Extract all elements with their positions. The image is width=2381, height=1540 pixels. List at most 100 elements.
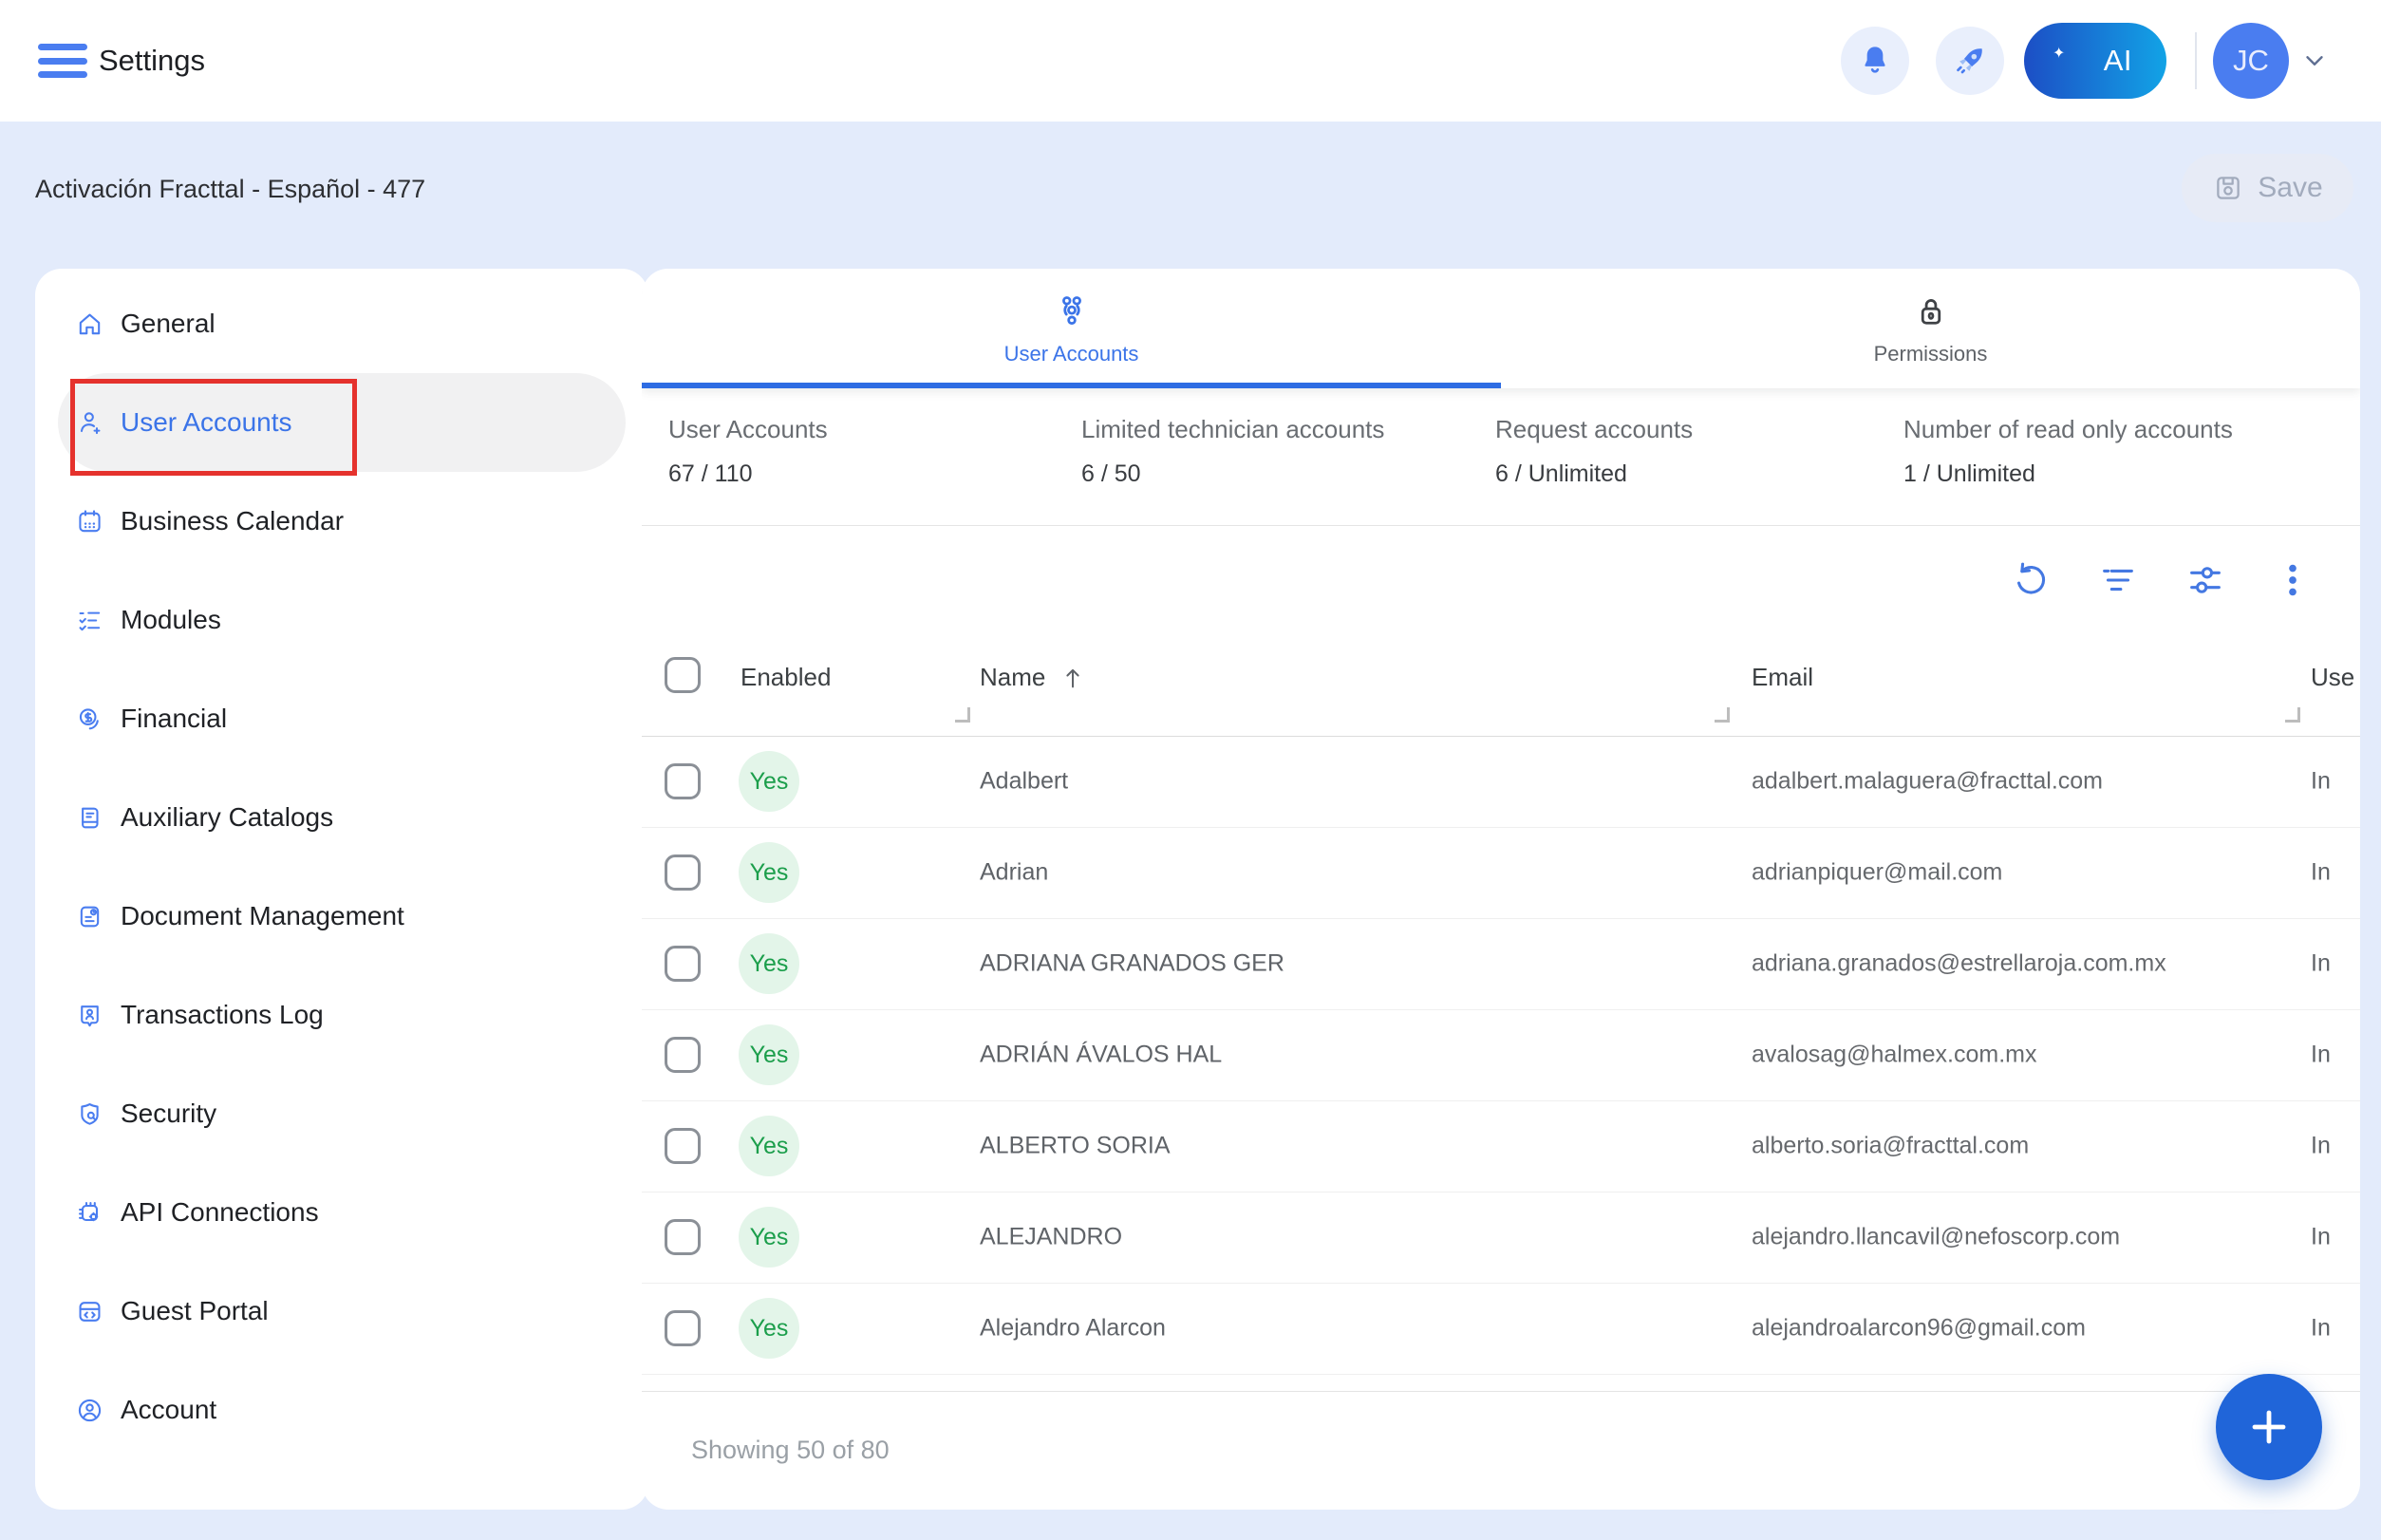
row-checkbox[interactable] [665,1128,701,1164]
save-icon [2212,172,2244,204]
column-header-enabled[interactable]: Enabled [741,663,831,692]
refresh-icon [2009,558,2053,602]
column-resize-handle[interactable] [1715,707,1730,723]
stat-value: 1 / Unlimited [1903,460,2233,488]
status-badge: Yes [739,1024,799,1085]
tab-permissions[interactable]: Permissions [1501,269,2360,388]
account-stats: User Accounts 67 / 110 Limited technicia… [642,388,2360,526]
stat-value: 6 / 50 [1081,460,1384,488]
select-all-checkbox[interactable] [665,657,701,693]
more-vertical-icon [2271,558,2315,602]
table-row[interactable]: Yes ADRIANA GRANADOS GER adriana.granado… [642,918,2360,1010]
status-badge: Yes [739,842,799,903]
table-row[interactable]: Yes ALEJANDRO alejandro.llancavil@nefosc… [642,1192,2360,1284]
row-checkbox[interactable] [665,855,701,891]
sidebar-item-label: Document Management [121,901,404,931]
table-footer: Showing 50 of 80 [642,1391,2360,1510]
cell-name: ADRIANA GRANADOS GER [980,950,1284,978]
sidebar-item-label: Transactions Log [121,1000,324,1030]
column-header-use[interactable]: Use [2311,663,2354,692]
cell-name: ADRIÁN ÁVALOS HAL [980,1042,1222,1069]
stat-value: 67 / 110 [668,460,828,488]
cell-email: adalbert.malaguera@fracttal.com [1752,768,2103,796]
dollar-coin-icon [75,704,104,734]
sidebar-item-guest-portal[interactable]: Guest Portal [58,1262,626,1361]
column-settings-button[interactable] [2184,558,2227,602]
sidebar-item-label: Financial [121,704,227,734]
sidebar-item-label: Guest Portal [121,1296,269,1326]
cell-name: Adrian [980,859,1048,887]
notifications-button[interactable] [1841,27,1909,95]
hamburger-menu-icon[interactable] [38,44,87,78]
sidebar-item-security[interactable]: Security [58,1064,626,1163]
save-button[interactable]: Save [2182,154,2353,222]
chevron-down-icon[interactable] [2297,44,2332,78]
sidebar-item-business-calendar[interactable]: Business Calendar [58,472,626,571]
user-avatar[interactable]: JC [2213,23,2289,99]
sidebar-item-auxiliary-catalogs[interactable]: Auxiliary Catalogs [58,768,626,867]
chip-gear-icon [75,1198,104,1228]
row-checkbox[interactable] [665,763,701,799]
partial-table-row [642,1374,2360,1392]
status-badge: Yes [739,933,799,994]
row-checkbox[interactable] [665,946,701,982]
add-user-fab[interactable] [2216,1374,2322,1480]
cell-email: alberto.soria@fracttal.com [1752,1133,2029,1160]
sidebar-item-account[interactable]: Account [58,1361,626,1459]
filter-button[interactable] [2096,558,2140,602]
column-resize-handle[interactable] [2285,707,2300,723]
tab-label: Permissions [1874,342,1988,366]
user-add-icon [75,408,104,438]
tab-bar: User Accounts Permissions [642,269,2360,388]
users-group-icon [1052,291,1092,331]
table-row[interactable]: Yes Alejandro Alarcon alejandroalarcon96… [642,1283,2360,1375]
filter-icon [2096,558,2140,602]
row-checkbox[interactable] [665,1219,701,1255]
sidebar-item-financial[interactable]: Financial [58,669,626,768]
column-header-name[interactable]: Name [980,663,1087,692]
home-icon [75,310,104,339]
cell-email: alejandroalarcon96@gmail.com [1752,1315,2086,1343]
table-header: Enabled Name Email Use [642,634,2360,737]
top-bar: Settings ✦ AI JC [0,0,2381,122]
sidebar-item-modules[interactable]: Modules [58,571,626,669]
sidebar-item-label: Auxiliary Catalogs [121,802,333,833]
sidebar-item-label: Business Calendar [121,506,344,536]
cell-email: adriana.granados@estrellaroja.com.mx [1752,950,2166,978]
user-accounts-panel: User Accounts Permissions User Accounts … [642,269,2360,1510]
status-badge: Yes [739,1116,799,1176]
ai-label: AI [2104,44,2132,78]
table-row[interactable]: Yes ALBERTO SORIA alberto.soria@fracttal… [642,1100,2360,1193]
breadcrumb: Activación Fracttal - Español - 477 [35,122,425,256]
sidebar-item-general[interactable]: General [58,274,626,373]
sidebar-item-label: API Connections [121,1197,319,1228]
calendar-icon [75,507,104,536]
whats-new-button[interactable] [1936,27,2004,95]
sidebar-item-document-management[interactable]: Document Management [58,867,626,966]
refresh-button[interactable] [2009,558,2053,602]
ai-assistant-button[interactable]: ✦ AI [2024,23,2166,99]
catalog-book-icon [75,803,104,833]
sidebar-item-transactions-log[interactable]: Transactions Log [58,966,626,1064]
more-options-button[interactable] [2271,558,2315,602]
page-title: Settings [99,0,205,122]
shield-icon [75,1099,104,1129]
browser-code-icon [75,1297,104,1326]
cell-use: In [2311,768,2331,796]
row-checkbox[interactable] [665,1310,701,1346]
plus-icon [2246,1404,2292,1450]
table-row[interactable]: Yes ADRIÁN ÁVALOS HAL avalosag@halmex.co… [642,1009,2360,1101]
column-header-email[interactable]: Email [1752,663,1813,692]
table-row[interactable]: Yes Adrian adrianpiquer@mail.com In [642,827,2360,919]
table-row[interactable]: Yes Adalbert adalbert.malaguera@fracttal… [642,736,2360,828]
column-resize-handle[interactable] [955,707,970,723]
row-checkbox[interactable] [665,1037,701,1073]
sidebar-item-user-accounts[interactable]: User Accounts [58,373,626,472]
stat-value: 6 / Unlimited [1495,460,1693,488]
settings-page: Settings ✦ AI JC Activación [0,0,2381,1540]
stat-request-accounts: Request accounts 6 / Unlimited [1495,415,1693,488]
showing-count: Showing 50 of 80 [691,1436,890,1465]
sidebar-item-api-connections[interactable]: API Connections [58,1163,626,1262]
tab-user-accounts[interactable]: User Accounts [642,269,1501,388]
cell-use: In [2311,1042,2331,1069]
